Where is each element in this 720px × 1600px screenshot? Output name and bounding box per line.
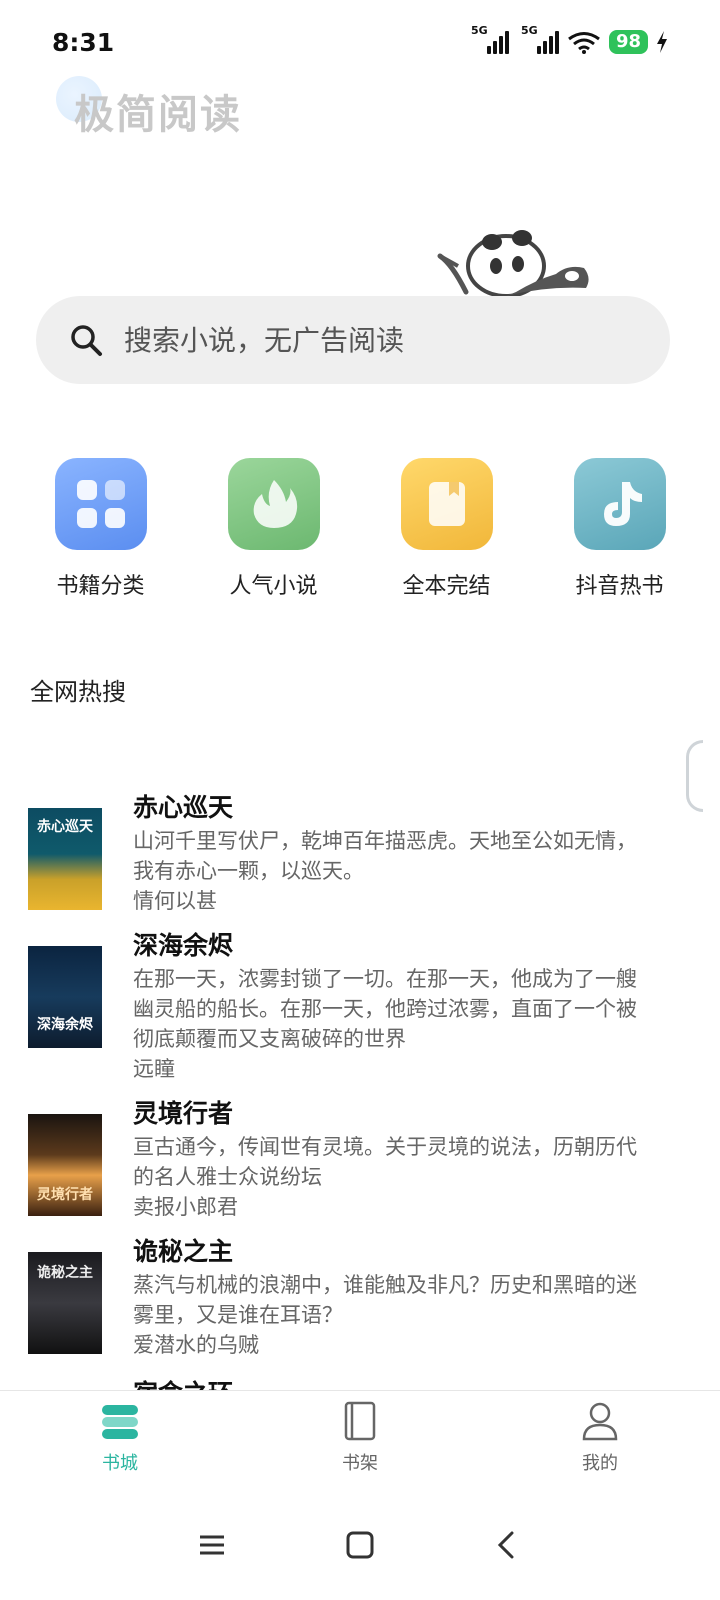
nav-label: 我的 [582, 1453, 618, 1474]
book-description: 蒸汽与机械的浪潮中，谁能触及非凡？历史和黑暗的迷 雾里，又是谁在耳语？ [133, 1270, 673, 1330]
nav-bookshelf[interactable]: 书架 [240, 1391, 480, 1491]
category-completed[interactable]: 全本完结 [362, 458, 532, 600]
category-label: 书籍分类 [56, 574, 145, 599]
menu-icon[interactable] [194, 1527, 230, 1563]
book-title: 灵境行者 [133, 1099, 234, 1128]
edge-handle[interactable] [686, 740, 703, 812]
system-navigation-bar [0, 1490, 720, 1600]
home-icon[interactable] [342, 1527, 378, 1563]
app-brand: 极简阅读 [74, 91, 242, 138]
desc-line: 雾里，又是谁在耳语？ [133, 1303, 343, 1327]
book-item[interactable]: 深海余烬 深海余烬 在那一天，浓雾封锁了一切。在那一天，他成为了一艘 幽灵船的船… [28, 930, 678, 1084]
nav-profile[interactable]: 我的 [480, 1391, 720, 1491]
cover-title: 诡秘之主 [37, 1265, 93, 1281]
status-icons: 5G 5G 98 [471, 24, 668, 54]
desc-line: 我有赤心一颗，以巡天。 [133, 859, 364, 883]
bookstore-icon [102, 1405, 138, 1439]
bottom-navigation: 书城 书架 我的 [0, 1390, 720, 1491]
desc-line: 的名人雅士众说纷坛 [133, 1165, 322, 1189]
desc-line: 亘古通今，传闻世有灵境。关于灵境的说法，历朝历代 [133, 1135, 637, 1159]
flame-icon [227, 458, 320, 550]
book-cover: 诡秘之主 [28, 1252, 102, 1354]
grid-icon [54, 458, 147, 550]
book-author: 爱潜水的乌贼 [133, 1333, 259, 1357]
wifi-icon [568, 32, 600, 54]
book-cover: 灵境行者 [28, 1114, 102, 1216]
nav-label: 书城 [102, 1453, 138, 1474]
category-tiktok[interactable]: 抖音热书 [535, 458, 705, 600]
category-label: 人气小说 [229, 574, 318, 599]
battery-indicator: 98 [608, 30, 648, 54]
cover-title: 赤心巡天 [37, 819, 93, 835]
section-title: 全网热搜 [30, 678, 126, 706]
book-icon [400, 458, 493, 550]
book-cover: 深海余烬 [28, 946, 102, 1048]
book-cover: 赤心巡天 [28, 808, 102, 910]
category-books[interactable]: 书籍分类 [16, 458, 186, 600]
book-title-partial: 宿命之环 [133, 1374, 233, 1390]
category-label: 全本完结 [402, 574, 491, 599]
charging-icon [657, 31, 667, 53]
book-author: 情何以甚 [133, 889, 217, 913]
book-author: 远瞳 [133, 1057, 175, 1081]
book-description: 山河千里写伏尸，乾坤百年描恶虎。天地至公如无情， 我有赤心一颗，以巡天。 [133, 826, 673, 886]
signal-label: 5G [520, 24, 538, 37]
profile-icon [582, 1402, 618, 1441]
category-label: 抖音热书 [575, 574, 664, 599]
book-title: 赤心巡天 [133, 793, 234, 822]
cover-title: 深海余烬 [37, 1017, 93, 1033]
desc-line: 蒸汽与机械的浪潮中，谁能触及非凡？历史和黑暗的迷 [133, 1273, 637, 1297]
status-time: 8:31 [52, 28, 115, 57]
tiktok-icon [573, 458, 666, 550]
search-icon [71, 325, 102, 356]
nav-bookstore[interactable]: 书城 [0, 1391, 240, 1491]
book-author: 卖报小郎君 [133, 1195, 238, 1219]
book-item[interactable]: 诡秘之主 诡秘之主 蒸汽与机械的浪潮中，谁能触及非凡？历史和黑暗的迷 雾里，又是… [28, 1236, 678, 1360]
signal-icon: 5G [471, 24, 509, 54]
category-popular[interactable]: 人气小说 [189, 458, 359, 600]
category-grid: 书籍分类 人气小说 全本完结 抖音热书 [14, 458, 706, 600]
cover-title: 灵境行者 [37, 1187, 93, 1203]
signal-label: 5G [470, 24, 488, 37]
search-bar[interactable] [36, 296, 670, 384]
book-title: 诡秘之主 [133, 1237, 234, 1266]
desc-line: 幽灵船的船长。在那一天，他跨过浓雾，直面了一个被 [133, 997, 637, 1021]
nav-label: 书架 [342, 1453, 378, 1474]
back-icon[interactable] [490, 1527, 526, 1563]
book-title: 深海余烬 [133, 931, 234, 960]
bookshelf-icon [344, 1401, 376, 1441]
desc-line: 彻底颠覆而又支离破碎的世界 [133, 1027, 406, 1051]
search-input[interactable] [122, 322, 626, 358]
signal-icon: 5G [521, 24, 559, 54]
desc-line: 在那一天，浓雾封锁了一切。在那一天，他成为了一艘 [133, 967, 637, 991]
book-item[interactable]: 赤心巡天 赤心巡天 山河千里写伏尸，乾坤百年描恶虎。天地至公如无情， 我有赤心一… [28, 792, 678, 916]
panda-illustration [437, 230, 589, 298]
book-item[interactable]: 灵境行者 灵境行者 亘古通今，传闻世有灵境。关于灵境的说法，历朝历代 的名人雅士… [28, 1098, 678, 1222]
desc-line: 山河千里写伏尸，乾坤百年描恶虎。天地至公如无情， [133, 829, 637, 853]
book-description: 亘古通今，传闻世有灵境。关于灵境的说法，历朝历代 的名人雅士众说纷坛 [133, 1132, 673, 1192]
book-description: 在那一天，浓雾封锁了一切。在那一天，他成为了一艘 幽灵船的船长。在那一天，他跨过… [133, 964, 673, 1054]
